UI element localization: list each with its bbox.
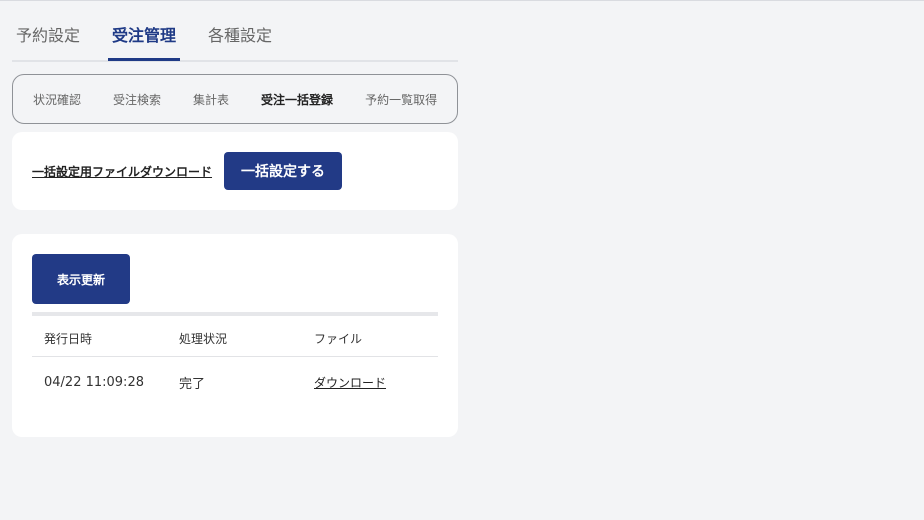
file-download-link[interactable]: ダウンロード [314, 376, 386, 390]
refresh-button[interactable]: 表示更新 [32, 254, 130, 304]
bulk-settings-card: 一括設定用ファイルダウンロード 一括設定する [12, 132, 458, 210]
tab-reservation-settings[interactable]: 予約設定 [16, 0, 80, 45]
cell-file: ダウンロード [302, 357, 438, 408]
bulk-apply-button[interactable]: 一括設定する [224, 152, 343, 190]
sub-tab-bar: 状況確認 受注検索 集計表 受注一括登録 予約一覧取得 [12, 74, 458, 124]
table-header-row: 発行日時 処理状況 ファイル [32, 330, 438, 357]
tab-various-settings[interactable]: 各種設定 [208, 0, 272, 45]
table-row: 04/22 11:09:28 完了 ダウンロード [32, 357, 438, 408]
subtab-reservation-list[interactable]: 予約一覧取得 [365, 91, 437, 108]
main-tab-bar: 予約設定 受注管理 各種設定 [12, 0, 458, 62]
tab-order-management[interactable]: 受注管理 [108, 0, 181, 61]
content-area: 予約設定 受注管理 各種設定 状況確認 受注検索 集計表 受注一括登録 予約一覧… [12, 0, 458, 437]
column-header-file: ファイル [302, 330, 438, 357]
bulk-template-download-link[interactable]: 一括設定用ファイルダウンロード [32, 163, 212, 180]
divider [32, 312, 438, 316]
subtab-order-search[interactable]: 受注検索 [113, 91, 161, 108]
subtab-summary-table[interactable]: 集計表 [193, 91, 229, 108]
history-card: 表示更新 発行日時 処理状況 ファイル 04/22 11:09:28 完了 ダウ… [12, 234, 458, 437]
subtab-status-check[interactable]: 状況確認 [33, 91, 81, 108]
column-header-issued-at: 発行日時 [32, 330, 167, 357]
subtab-bulk-order-registration[interactable]: 受注一括登録 [261, 91, 333, 108]
cell-status: 完了 [179, 376, 206, 392]
column-header-status: 処理状況 [167, 330, 302, 357]
cell-issued-at: 04/22 11:09:28 [44, 374, 144, 390]
history-table: 発行日時 処理状況 ファイル 04/22 11:09:28 完了 ダウンロード [32, 330, 438, 407]
